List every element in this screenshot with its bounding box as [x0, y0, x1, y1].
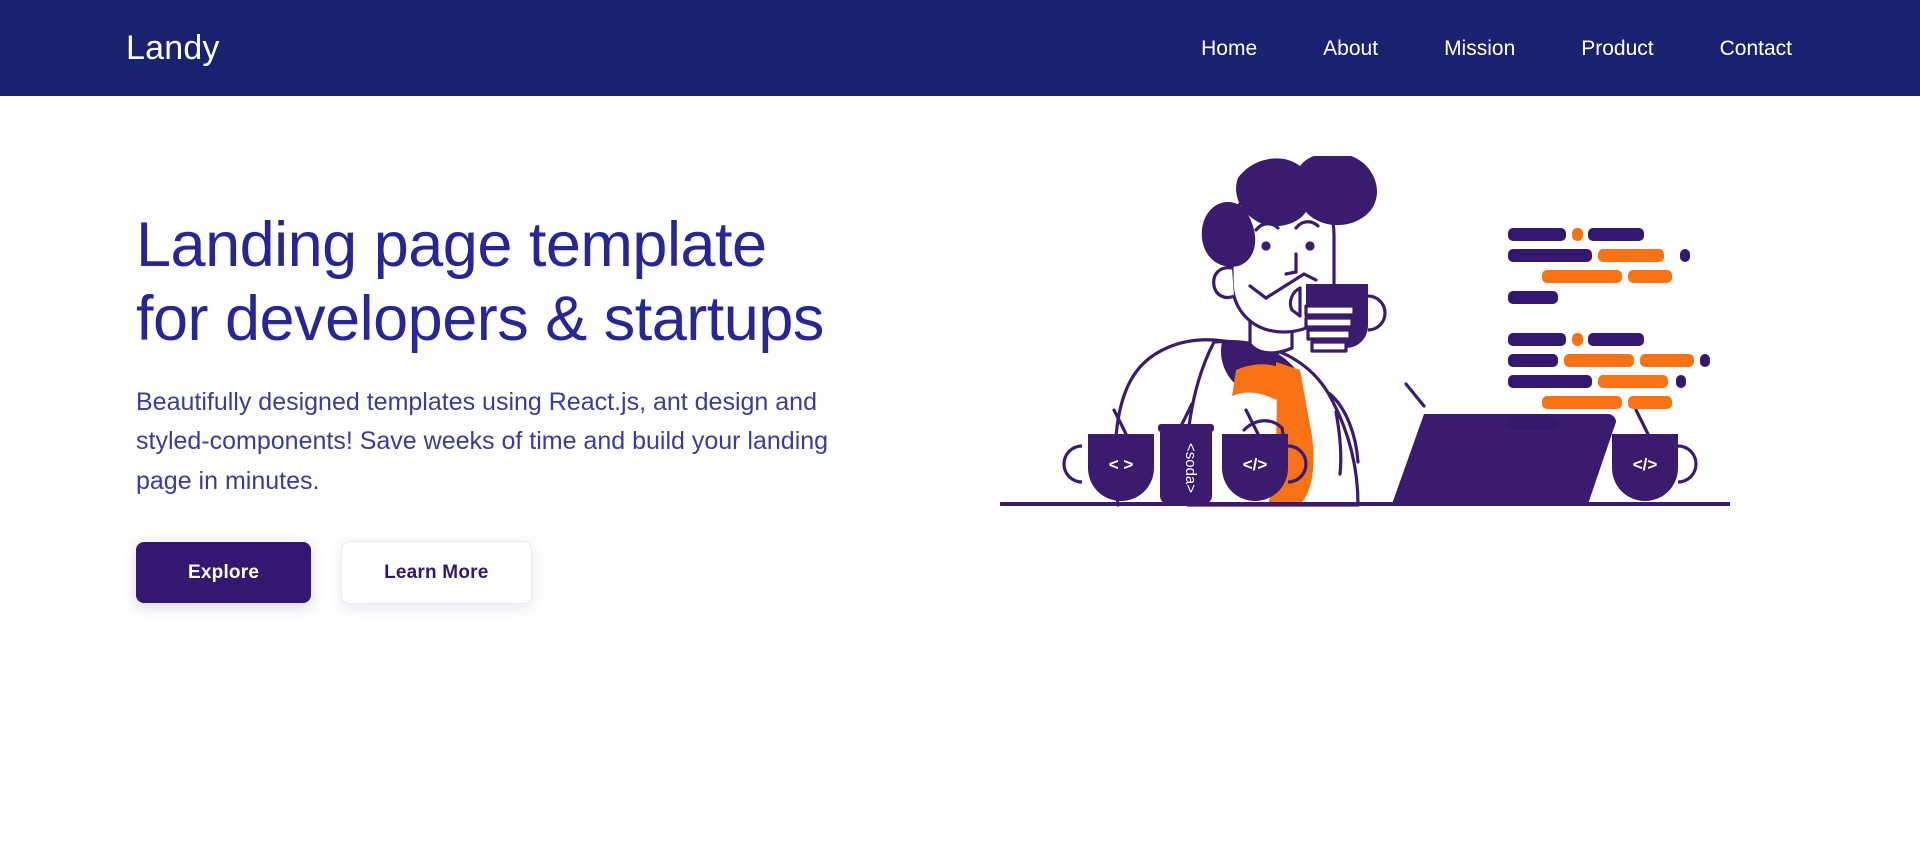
hero-content: Landing page template for developers & s… [0, 96, 840, 605]
site-header: Landy Home About Mission Product Contact [0, 0, 1920, 96]
laptop [1392, 414, 1616, 504]
page-title: Landing page template for developers & s… [136, 210, 824, 355]
learn-more-button[interactable]: Learn More [341, 541, 532, 605]
hero-illustration: <soda> < > </> </> [840, 96, 1920, 576]
figure-eye-right [1305, 241, 1315, 251]
nav-item-mission[interactable]: Mission [1411, 38, 1548, 59]
hero-subtitle: Beautifully designed templates using Rea… [136, 387, 829, 495]
mug-right: </> [1612, 408, 1698, 501]
soda-can-label: <soda> [1182, 443, 1199, 493]
explore-button[interactable]: Explore [136, 542, 312, 604]
brand-logo[interactable]: Landy [126, 31, 220, 65]
developer-at-desk-illustration: <soda> < > </> </> [1000, 156, 1730, 507]
code-block-graphic [1508, 228, 1710, 430]
hero-actions: Explore Learn More [136, 541, 840, 605]
figure-eye-left [1261, 241, 1271, 251]
desk-line [1000, 502, 1730, 506]
nav-item-product[interactable]: Product [1548, 38, 1686, 59]
mug-right-label: </> [1633, 455, 1658, 474]
nav-item-home[interactable]: Home [1168, 38, 1290, 59]
hero-section: Landing page template for developers & s… [0, 96, 1920, 856]
mug-left: < > [1062, 408, 1154, 501]
nav-item-contact[interactable]: Contact [1687, 38, 1792, 59]
mug-middle-label: </> [1243, 455, 1268, 474]
nav-item-about[interactable]: About [1290, 38, 1411, 59]
main-navigation: Home About Mission Product Contact [1168, 38, 1792, 59]
mug-left-label: < > [1109, 455, 1134, 474]
